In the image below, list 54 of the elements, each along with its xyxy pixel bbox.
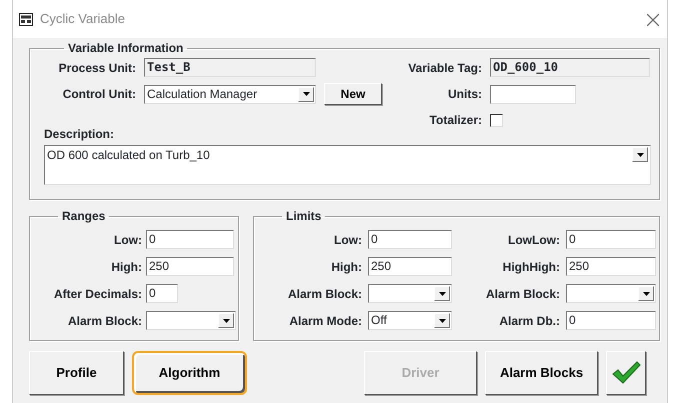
new-button[interactable]: New — [324, 83, 382, 105]
readonly-field: Test_B — [144, 58, 316, 77]
text-area[interactable]: OD 600 calculated on Turb_10 — [44, 145, 651, 185]
dialog-button[interactable]: Algorithm — [132, 351, 247, 395]
field-label: LowLow: — [507, 232, 560, 248]
field-label: Process Unit: — [58, 60, 136, 76]
dropdown-arrow-icon — [636, 152, 644, 156]
input-field[interactable]: 250 — [566, 257, 656, 276]
group-title: Ranges — [61, 210, 106, 222]
checkbox[interactable] — [490, 114, 503, 126]
input-field[interactable]: 250 — [146, 257, 234, 276]
dropdown-arrow-icon — [642, 292, 650, 296]
window-icon — [19, 13, 33, 26]
field-label: After Decimals: — [52, 286, 142, 302]
input-field[interactable] — [490, 84, 576, 104]
dropdown-field[interactable]: Calculation Manager — [144, 84, 316, 104]
close-icon[interactable] — [647, 14, 659, 26]
dropdown-arrow-icon — [438, 292, 446, 296]
dropdown-field[interactable] — [146, 311, 236, 330]
dropdown-arrow-icon — [222, 318, 230, 322]
ok-button[interactable] — [606, 351, 646, 395]
field-label: Alarm Block: — [66, 312, 142, 330]
field-label: Variable Tag: — [407, 60, 482, 76]
readonly-field: OD_600_10 — [490, 58, 650, 77]
input-field[interactable]: 250 — [368, 257, 452, 276]
dropdown-field[interactable]: Off — [368, 311, 452, 330]
field-label: Control Unit: — [62, 86, 136, 103]
group-title: Limits — [285, 210, 322, 222]
window-title: Cyclic Variable — [40, 10, 126, 28]
field-label: Totalizer: — [428, 112, 482, 129]
field-label: High: — [110, 258, 142, 276]
dropdown-field[interactable] — [566, 284, 656, 303]
field-label: Low: — [113, 232, 142, 248]
dialog-button[interactable]: Profile — [29, 351, 124, 395]
input-field[interactable]: 0 — [368, 230, 452, 249]
field-label: Alarm Db.: — [498, 312, 560, 330]
input-field[interactable]: 0 — [146, 284, 178, 303]
field-label: Alarm Block: — [286, 286, 362, 302]
field-label: Low: — [333, 232, 362, 248]
dropdown-arrow-icon — [438, 318, 446, 322]
field-label: Description: — [44, 126, 116, 143]
field-label: Alarm Mode: — [288, 312, 362, 330]
dropdown-arrow-icon — [302, 92, 310, 96]
input-field[interactable]: 0 — [566, 230, 656, 249]
dropdown-field[interactable] — [368, 284, 452, 303]
input-field[interactable]: 0 — [566, 311, 656, 330]
dialog-button[interactable]: Alarm Blocks — [485, 351, 598, 395]
input-field[interactable]: 0 — [146, 230, 234, 249]
checkmark-icon — [611, 361, 641, 385]
group-title: Variable Information — [67, 42, 184, 54]
field-label: Units: — [447, 86, 482, 103]
field-label: HighHigh: — [502, 258, 560, 276]
field-label: High: — [330, 258, 362, 276]
field-label: Alarm Block: — [484, 286, 560, 302]
